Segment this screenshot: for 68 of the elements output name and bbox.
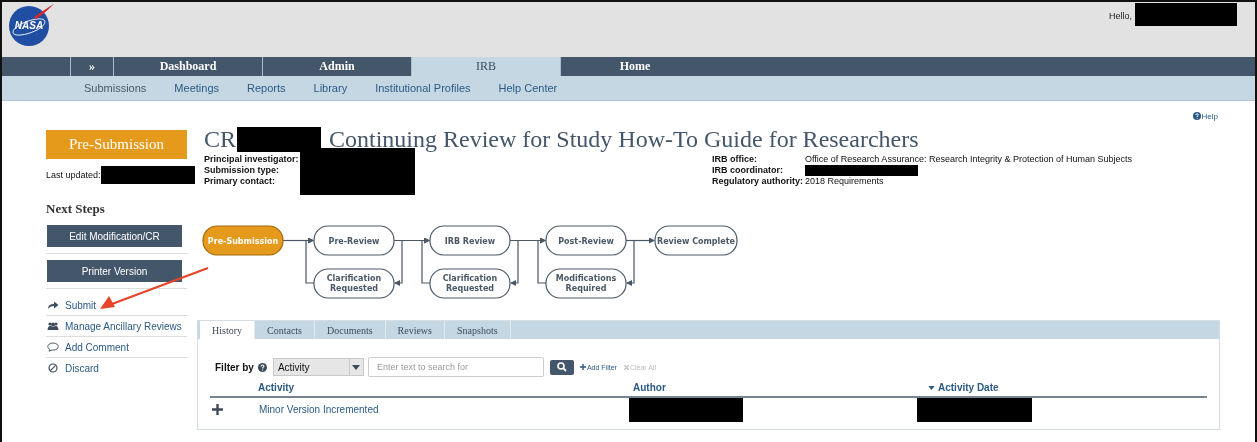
page-title: Continuing Review for Study How-To Guide for Researchers <box>329 125 919 153</box>
plus-icon <box>579 364 586 370</box>
comment-icon <box>47 342 59 352</box>
action-button[interactable]: Edit Modification/CR <box>47 225 182 247</box>
column-header[interactable]: Author <box>633 382 929 393</box>
field-label: IRB office: <box>712 154 758 165</box>
filter-dropdown[interactable]: Activity <box>272 358 364 376</box>
section-heading: Next Steps <box>46 201 106 217</box>
field-label: IRB coordinator: <box>712 165 784 176</box>
tab[interactable]: Contacts <box>255 321 315 339</box>
users-icon <box>47 321 59 331</box>
loop-arrow <box>305 237 315 284</box>
subnav-link[interactable]: Submissions <box>84 82 147 94</box>
node-label: Review Complete <box>657 236 735 246</box>
subnav-link[interactable]: Library <box>313 82 348 94</box>
subnav-link[interactable]: Meetings <box>174 82 219 94</box>
help-icon <box>257 362 267 372</box>
expand-icon[interactable] <box>212 404 223 415</box>
ban-icon <box>47 363 59 373</box>
field-label: Regulatory authority: <box>712 176 804 187</box>
flow-arrow <box>625 237 655 244</box>
tab[interactable]: Snapshots <box>445 321 511 339</box>
loop-arrow <box>626 239 635 286</box>
nav-tab[interactable]: IRB <box>411 57 560 76</box>
node-label: Clarification Requested <box>326 274 382 293</box>
field-value: Office of Research Assurance: Research Integrity & Protection of Human Subjects <box>805 154 1132 165</box>
tab[interactable]: Documents <box>315 321 386 339</box>
node-label: Clarification Requested <box>442 274 498 293</box>
loop-arrow <box>421 237 431 284</box>
column-header[interactable]: Activity Date <box>928 382 1207 393</box>
node-label: IRB Review <box>444 236 496 246</box>
help-icon <box>1192 112 1201 120</box>
column-header[interactable]: Activity <box>258 382 634 393</box>
search-icon <box>556 362 567 372</box>
subnav-link[interactable]: Help Center <box>498 82 558 94</box>
node-label: Pre-Submission <box>207 236 279 246</box>
loop-arrow <box>537 237 547 284</box>
search-field[interactable]: Enter text to search for <box>367 357 544 377</box>
loop-arrow <box>510 239 519 286</box>
caret-icon <box>352 364 361 370</box>
search-button[interactable] <box>549 359 574 375</box>
last-updated-label: Last updated: <box>46 170 101 180</box>
loop-arrow <box>394 239 403 286</box>
close-icon <box>623 364 629 370</box>
sort-caret-icon <box>928 385 935 390</box>
greeting: Hello, <box>1109 11 1132 21</box>
node-label: Modifications Required <box>555 274 617 293</box>
filter-label: Filter by <box>215 361 254 373</box>
action-link[interactable]: Add Comment <box>65 341 129 353</box>
action-link[interactable]: Submit <box>65 299 97 311</box>
node-label: Post-Review <box>558 236 614 246</box>
action-link[interactable]: Discard <box>65 362 99 374</box>
field-label: Submission type: <box>204 165 280 176</box>
field-label: Principal investigator: <box>204 154 300 165</box>
tab[interactable]: History <box>200 321 255 339</box>
field-label: Primary contact: <box>204 176 277 187</box>
subnav-link[interactable]: Reports <box>247 82 286 94</box>
table-cell[interactable]: Minor Version Incremented <box>259 404 379 415</box>
tab[interactable]: Reviews <box>385 321 445 339</box>
action-button[interactable]: Printer Version <box>47 260 182 282</box>
share-icon <box>47 300 59 310</box>
action-link[interactable]: Manage Ancillary Reviews <box>65 320 182 332</box>
node-label: Pre-Review <box>328 236 380 246</box>
field-value: 2018 Requirements <box>805 176 884 187</box>
page-title-prefix: CR <box>204 125 236 153</box>
subnav-link[interactable]: Institutional Profiles <box>375 82 471 94</box>
help-link[interactable]: Help <box>1192 110 1218 122</box>
status-badge: Pre-Submission <box>46 130 187 159</box>
